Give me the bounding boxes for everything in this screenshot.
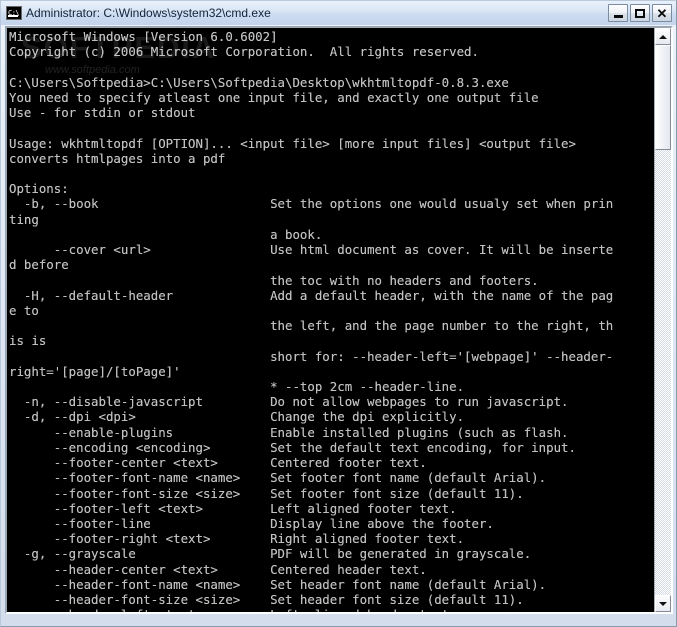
- scroll-up-button[interactable]: [655, 28, 671, 45]
- minimize-button[interactable]: [608, 4, 628, 22]
- minimize-icon: [614, 15, 623, 18]
- console-screen[interactable]: SOFTPEDIA www.softpedia.com Microsoft Wi…: [7, 28, 654, 612]
- maximize-icon: [635, 8, 645, 18]
- scrollbar-track[interactable]: [655, 45, 671, 595]
- maximize-button[interactable]: [630, 4, 650, 22]
- scroll-down-button[interactable]: [655, 595, 671, 612]
- window-bottom-strip: [1, 618, 676, 626]
- cmd-window: C:\ Administrator: C:\Windows\system32\c…: [0, 0, 677, 627]
- cmd-icon[interactable]: C:\: [6, 6, 22, 20]
- window-controls: ✕: [608, 4, 674, 22]
- close-icon: ✕: [656, 5, 668, 21]
- console-client-area: SOFTPEDIA www.softpedia.com Microsoft Wi…: [5, 26, 673, 614]
- console-output: Microsoft Windows [Version 6.0.6002] Cop…: [9, 29, 614, 612]
- cmd-icon-cursor: [8, 15, 18, 17]
- vertical-scrollbar[interactable]: [654, 28, 671, 612]
- arrow-down-icon: [659, 601, 667, 606]
- arrow-up-icon: [659, 34, 667, 39]
- window-title: Administrator: C:\Windows\system32\cmd.e…: [26, 6, 271, 20]
- cmd-icon-glyph: C:\: [8, 9, 20, 17]
- close-button[interactable]: ✕: [652, 4, 672, 22]
- window-titlebar[interactable]: C:\ Administrator: C:\Windows\system32\c…: [1, 1, 676, 25]
- scrollbar-thumb[interactable]: [655, 45, 671, 150]
